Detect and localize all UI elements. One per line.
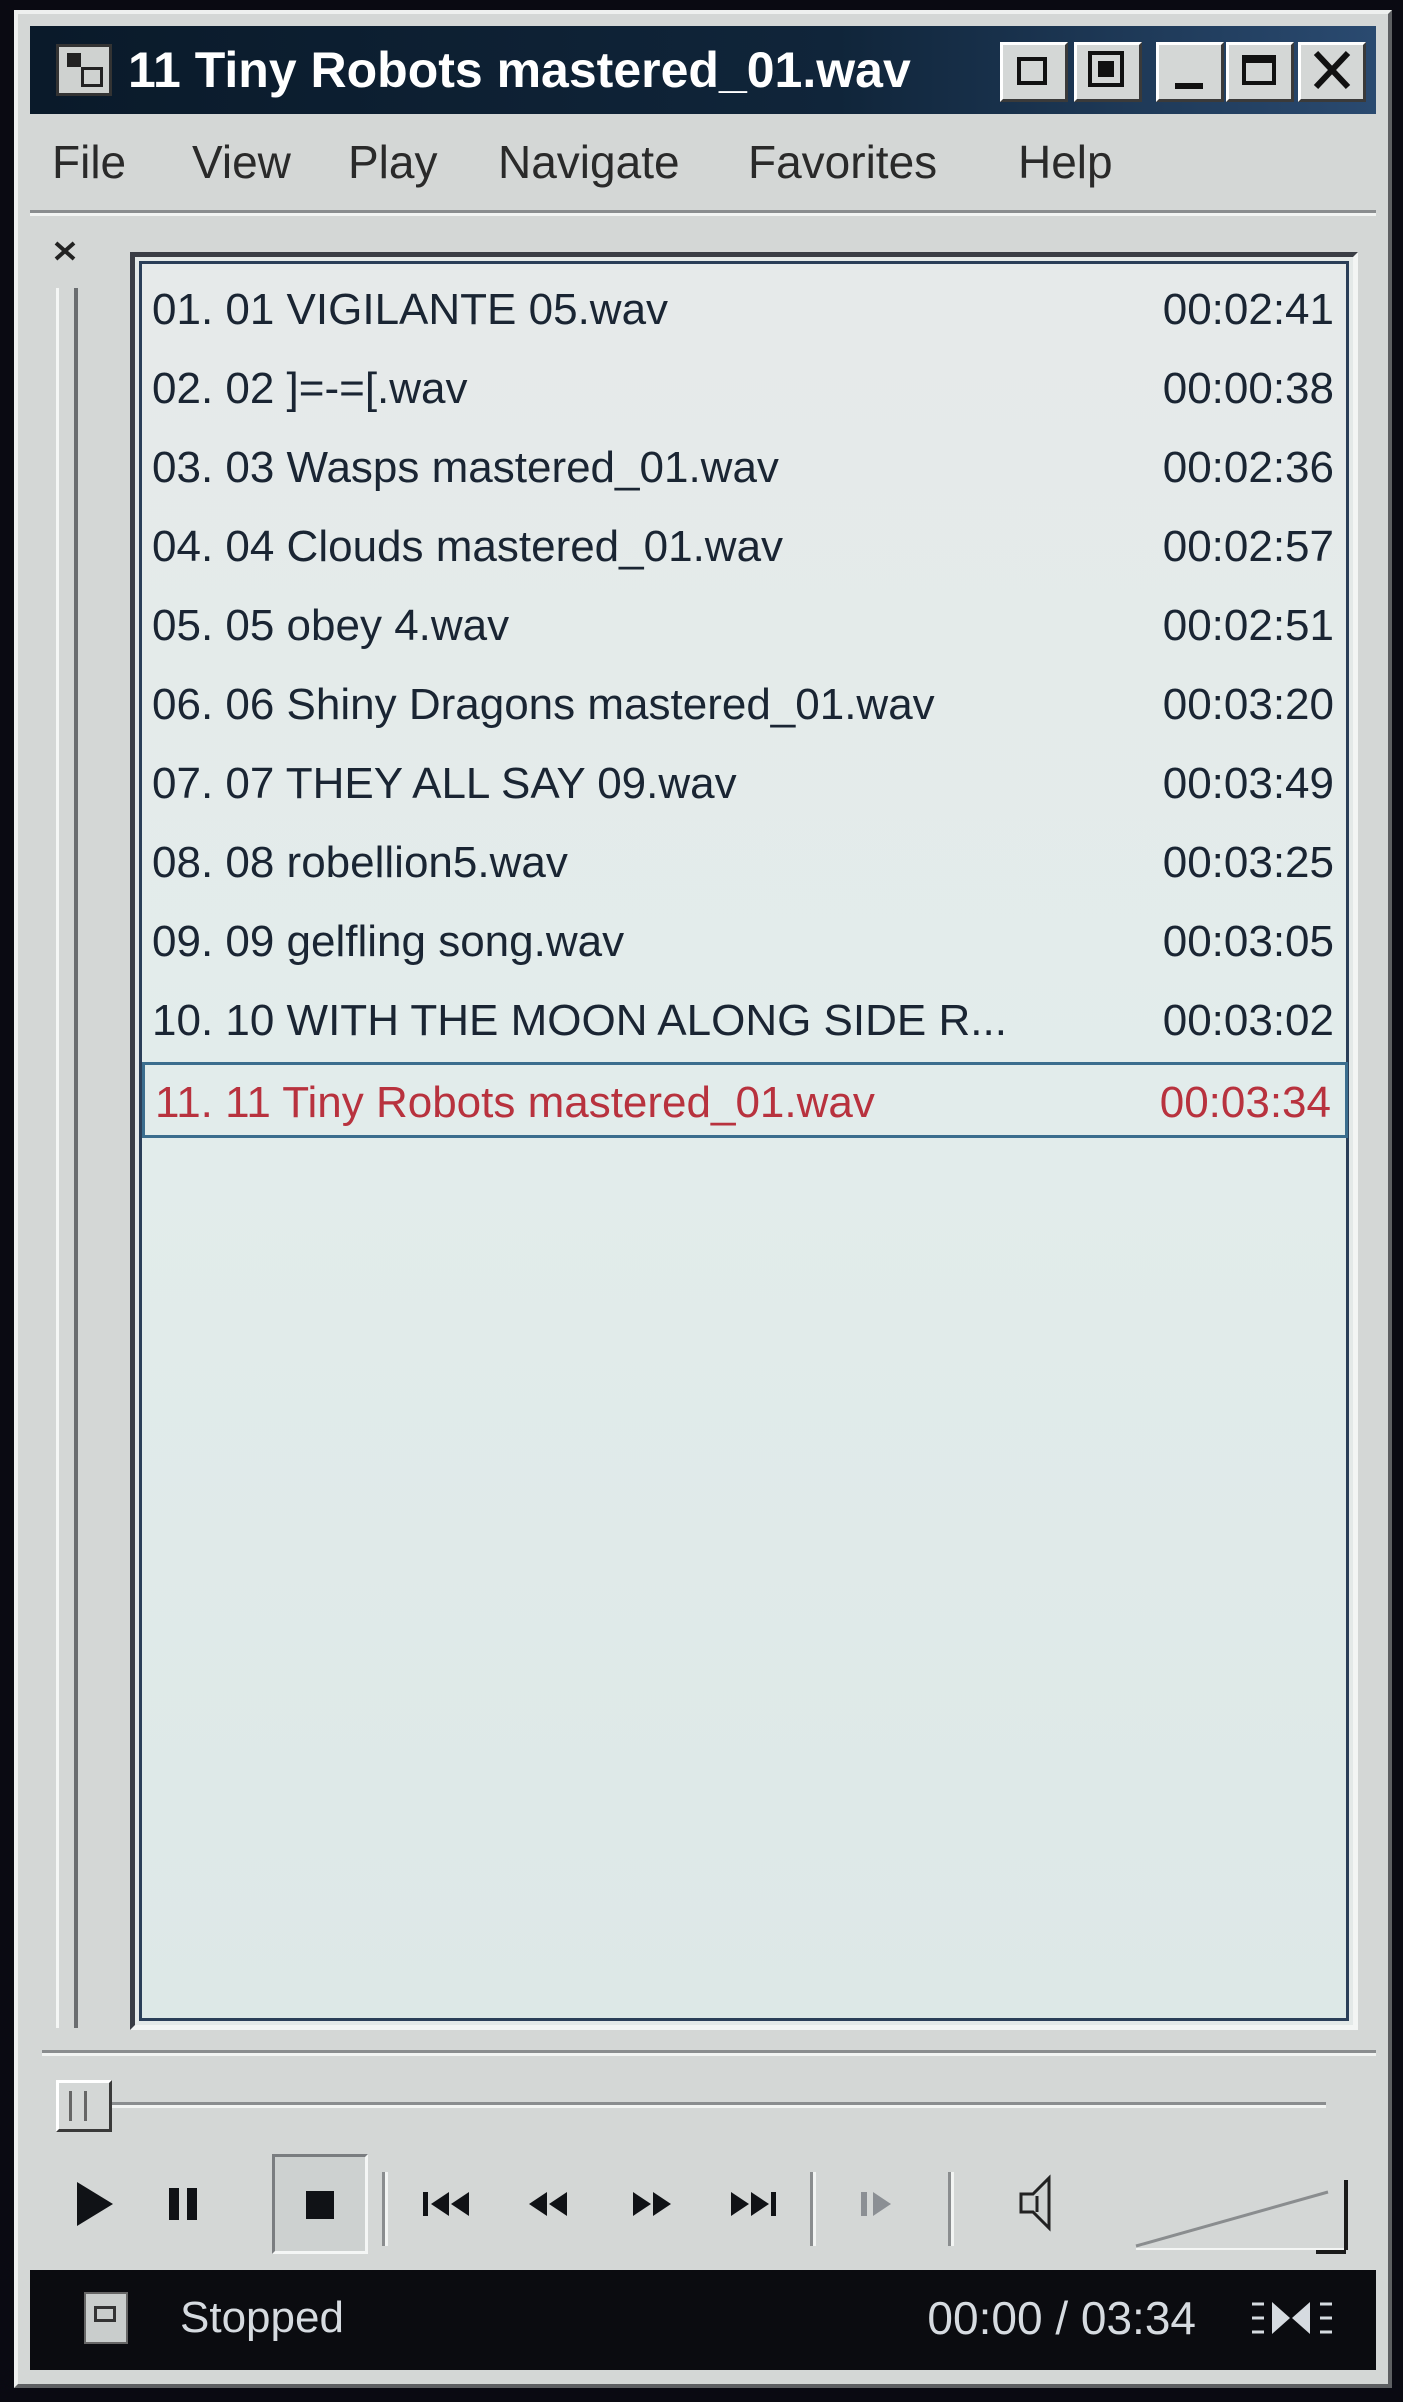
app-icon[interactable] bbox=[56, 44, 112, 96]
menu-favorites[interactable]: Favorites bbox=[748, 134, 937, 190]
track-duration: 00:03:49 bbox=[1162, 759, 1334, 808]
next-track-button[interactable] bbox=[708, 2154, 798, 2254]
track-name: 08. 08 robellion5.wav bbox=[152, 838, 568, 887]
mute-button[interactable] bbox=[994, 2154, 1084, 2254]
controls-separator bbox=[948, 2172, 954, 2246]
speaker-icon bbox=[1019, 2174, 1051, 2232]
menu-play[interactable]: Play bbox=[348, 134, 437, 190]
close-button[interactable] bbox=[1298, 42, 1366, 102]
status-bar: Stopped 00:00 / 03:34 bbox=[30, 2270, 1376, 2370]
rewind-button[interactable] bbox=[504, 2154, 594, 2254]
play-button[interactable] bbox=[48, 2154, 138, 2254]
minimize-button[interactable] bbox=[1156, 42, 1224, 102]
fast-forward-icon bbox=[633, 2192, 671, 2216]
track-name: 09. 09 gelfling song.wav bbox=[152, 917, 625, 966]
track-name: 02. 02 ]=-=[.wav bbox=[152, 364, 468, 413]
track-duration: 00:03:02 bbox=[1162, 996, 1334, 1045]
track-duration: 00:03:25 bbox=[1162, 838, 1334, 887]
track-name: 10. 10 WITH THE MOON ALONG SIDE R... bbox=[152, 996, 1007, 1045]
track-duration: 00:02:57 bbox=[1162, 522, 1334, 571]
playback-status: Stopped bbox=[180, 2293, 344, 2342]
playlist-info-icon[interactable] bbox=[84, 2292, 128, 2344]
skin-mode-icon bbox=[1088, 51, 1124, 87]
close-icon bbox=[54, 241, 76, 261]
close-pane-button[interactable] bbox=[50, 232, 90, 272]
menu-help[interactable]: Help bbox=[1018, 134, 1113, 190]
menu-bar: File View Play Navigate Favorites Help bbox=[30, 126, 1376, 200]
playlist-row[interactable]: 06. 06 Shiny Dragons mastered_01.wav 00:0… bbox=[142, 667, 1348, 743]
controls-separator bbox=[810, 2172, 816, 2246]
close-icon bbox=[1313, 50, 1351, 90]
frame-step-icon bbox=[861, 2192, 891, 2216]
stop-icon bbox=[306, 2191, 334, 2219]
playlist-row[interactable]: 01. 01 VIGILANTE 05.wav 00:02:41 bbox=[142, 272, 1348, 348]
track-name: 04. 04 Clouds mastered_01.wav bbox=[152, 522, 784, 571]
playlist-panel: 01. 01 VIGILANTE 05.wav 00:02:41 02. 02 ]=… bbox=[130, 252, 1358, 2030]
media-player-window: 11 Tiny Robots mastered_01.wav File View… bbox=[14, 10, 1392, 2388]
track-duration: 00:00:38 bbox=[1162, 364, 1334, 413]
pane-splitter[interactable] bbox=[56, 288, 78, 2028]
maximize-button[interactable] bbox=[1226, 42, 1294, 102]
menu-navigate[interactable]: Navigate bbox=[498, 134, 680, 190]
track-duration: 00:03:20 bbox=[1162, 680, 1334, 729]
previous-track-button[interactable] bbox=[402, 2154, 492, 2254]
playlist-row[interactable]: 05. 05 obey 4.wav 00:02:51 bbox=[142, 588, 1348, 664]
window-title: 11 Tiny Robots mastered_01.wav bbox=[128, 42, 911, 98]
menu-file[interactable]: File bbox=[52, 134, 126, 190]
playlist-row[interactable]: 10. 10 WITH THE MOON ALONG SIDE R... 00:0… bbox=[142, 983, 1348, 1059]
track-name: 03. 03 Wasps mastered_01.wav bbox=[152, 443, 779, 492]
track-duration: 00:02:41 bbox=[1162, 285, 1334, 334]
playlist-row[interactable]: 04. 04 Clouds mastered_01.wav 00:02:57 bbox=[142, 509, 1348, 585]
transport-controls bbox=[42, 2154, 1376, 2262]
track-name: 06. 06 Shiny Dragons mastered_01.wav bbox=[152, 680, 935, 729]
track-duration: 00:02:51 bbox=[1162, 601, 1334, 650]
playlist-row[interactable]: 03. 03 Wasps mastered_01.wav 00:02:36 bbox=[142, 430, 1348, 506]
previous-track-icon bbox=[423, 2192, 469, 2216]
playlist-row[interactable]: 02. 02 ]=-=[.wav 00:00:38 bbox=[142, 351, 1348, 427]
track-duration: 00:03:34 bbox=[1159, 1078, 1331, 1127]
seek-bar[interactable] bbox=[110, 2102, 1326, 2108]
title-bar[interactable]: 11 Tiny Robots mastered_01.wav bbox=[30, 26, 1376, 114]
controls-separator bbox=[382, 2172, 388, 2246]
playlist-row[interactable]: 08. 08 robellion5.wav 00:03:25 bbox=[142, 825, 1348, 901]
view-mode-icon bbox=[1252, 2302, 1332, 2334]
menu-view[interactable]: View bbox=[192, 134, 291, 190]
skin-mode-button[interactable] bbox=[1074, 42, 1142, 102]
switch-mode-button[interactable] bbox=[1000, 42, 1068, 102]
playlist-row[interactable]: 07. 07 THEY ALL SAY 09.wav 00:03:49 bbox=[142, 746, 1348, 822]
track-name: 11. 11 Tiny Robots mastered_01.wav bbox=[155, 1078, 875, 1127]
stop-button[interactable] bbox=[272, 2154, 368, 2254]
track-duration: 00:02:36 bbox=[1162, 443, 1334, 492]
fast-forward-button[interactable] bbox=[606, 2154, 696, 2254]
track-name: 01. 01 VIGILANTE 05.wav bbox=[152, 285, 669, 334]
view-mode-button[interactable] bbox=[1244, 2294, 1340, 2342]
track-name: 07. 07 THEY ALL SAY 09.wav bbox=[152, 759, 737, 808]
track-name: 05. 05 obey 4.wav bbox=[152, 601, 510, 650]
next-track-icon bbox=[731, 2192, 776, 2216]
pause-icon bbox=[169, 2188, 197, 2220]
frame-step-button[interactable] bbox=[832, 2154, 922, 2254]
volume-slider[interactable] bbox=[1132, 2176, 1358, 2256]
seek-thumb[interactable] bbox=[56, 2080, 112, 2132]
playlist: 01. 01 VIGILANTE 05.wav 00:02:41 02. 02 ]=… bbox=[139, 261, 1349, 2021]
play-icon bbox=[77, 2182, 113, 2226]
playlist-row[interactable]: 11. 11 Tiny Robots mastered_01.wav 00:03:… bbox=[142, 1062, 1348, 1138]
menu-separator bbox=[30, 210, 1376, 216]
track-duration: 00:03:05 bbox=[1162, 917, 1334, 966]
pause-button[interactable] bbox=[138, 2154, 228, 2254]
playback-time: 00:00 / 03:34 bbox=[927, 2292, 1196, 2344]
playlist-row[interactable]: 09. 09 gelfling song.wav 00:03:05 bbox=[142, 904, 1348, 980]
seek-separator bbox=[42, 2050, 1376, 2056]
rewind-icon bbox=[529, 2192, 567, 2216]
